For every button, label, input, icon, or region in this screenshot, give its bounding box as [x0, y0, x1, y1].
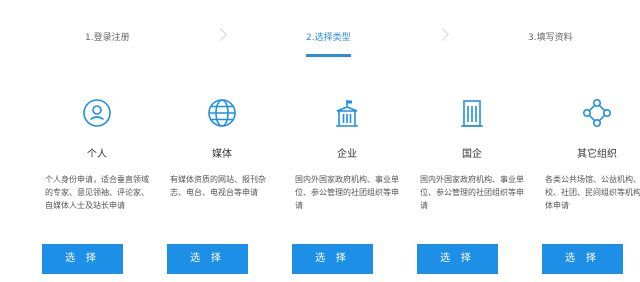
type-title: 媒体	[212, 149, 232, 160]
select-personal-button[interactable]: 选 择	[42, 244, 123, 274]
network-nodes-icon	[582, 98, 612, 128]
government-building-icon	[332, 98, 362, 128]
step-register: 1.登录注册	[85, 33, 130, 43]
type-description: 各类公共场馆、公益机构、学校、社团、民间组织等机构团体申请	[545, 175, 640, 210]
select-enterprise-button[interactable]: 选 择	[292, 244, 373, 274]
step-indicator: 1.登录注册 2.选择类型 3.填写资料	[0, 0, 640, 60]
type-title: 企业	[337, 149, 357, 160]
user-icon	[82, 98, 112, 128]
type-description: 国内外国家政府机构、事业单位、参公管理的社团组织等申请	[295, 175, 399, 210]
globe-icon	[207, 98, 237, 128]
type-title: 国企	[462, 149, 482, 160]
active-step-underline	[306, 54, 351, 57]
chevron-right-icon	[436, 28, 449, 41]
office-building-icon	[457, 98, 487, 128]
type-description: 个人身份申请，适合垂直领域的专家、意见领袖、评论家、自媒体人士及站长申请	[45, 175, 149, 210]
step-fill-info: 3.填写资料	[528, 33, 573, 43]
step-select-type: 2.选择类型	[306, 33, 351, 43]
type-description: 有媒体资质的网站、报刊杂志、电台、电视台等申请	[170, 175, 266, 197]
select-state-owned-button[interactable]: 选 择	[417, 244, 498, 274]
select-other-org-button[interactable]: 选 择	[542, 244, 623, 274]
type-description: 国内外国家政府机构、事业单位、参公管理的社团组织等申请	[420, 175, 524, 210]
type-title: 其它组织	[577, 149, 617, 160]
type-title: 个人	[87, 149, 107, 160]
select-media-button[interactable]: 选 择	[167, 244, 248, 274]
chevron-right-icon	[214, 28, 227, 41]
